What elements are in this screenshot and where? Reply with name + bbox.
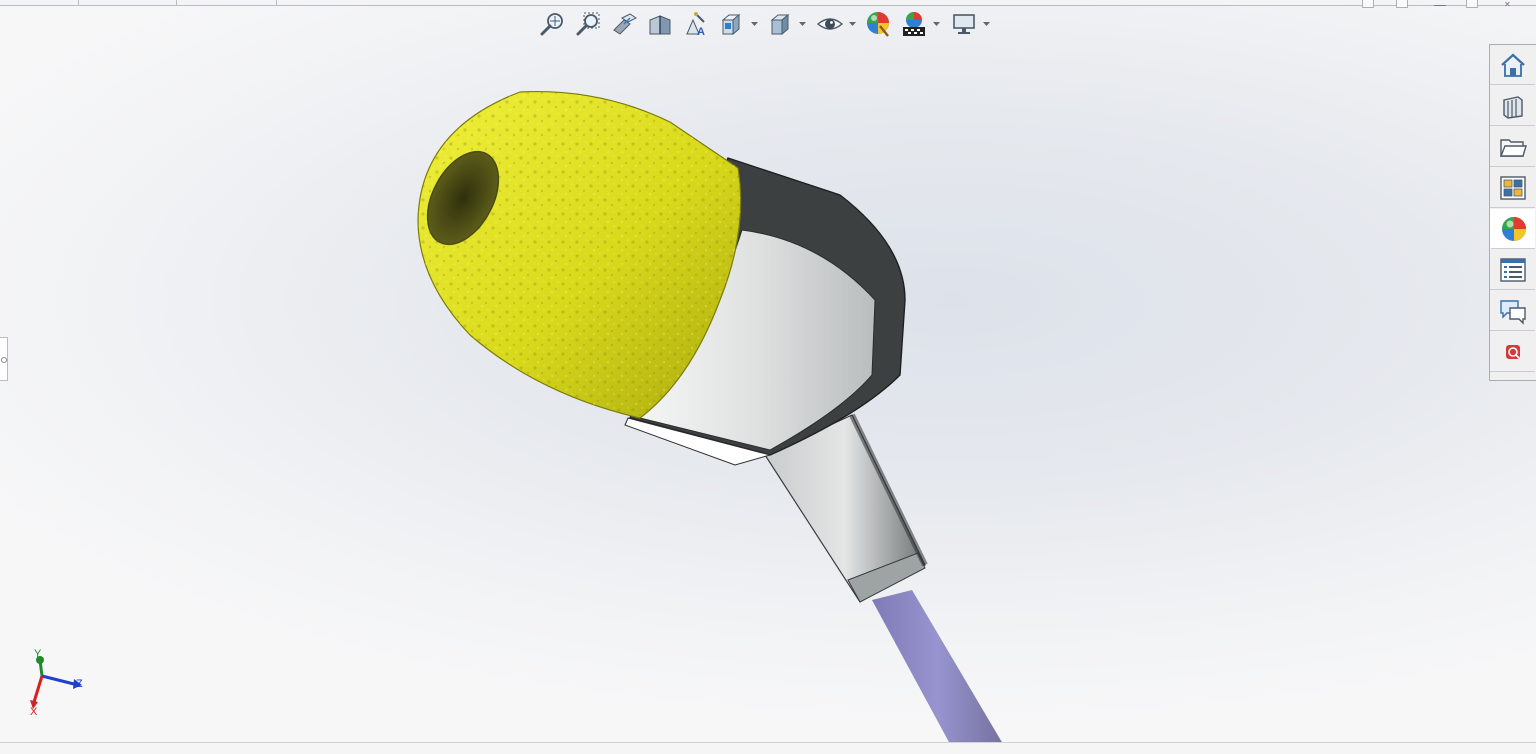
x-axis xyxy=(32,675,44,703)
z-axis-label: Z xyxy=(76,678,83,690)
folder-icon xyxy=(1499,138,1527,157)
forum-icon xyxy=(1499,299,1526,325)
y-axis-label: Y xyxy=(34,648,42,660)
x-axis-label: X xyxy=(30,706,38,718)
task-pane-tab-labs[interactable] xyxy=(1490,332,1535,372)
task-pane-tab-forum[interactable] xyxy=(1490,291,1535,331)
task-pane-tab-custom-properties[interactable] xyxy=(1490,250,1535,290)
z-axis xyxy=(41,674,75,686)
task-pane-tab-design-library[interactable] xyxy=(1490,86,1535,126)
cable xyxy=(872,590,1003,744)
appearance-sphere-icon xyxy=(1501,216,1526,241)
graphics-area[interactable]: ✕ A Y Z X xyxy=(0,0,1536,754)
design-library-icon xyxy=(1502,95,1523,119)
task-pane-tab-file-explorer[interactable] xyxy=(1490,127,1535,167)
status-strip xyxy=(0,742,1536,754)
reference-triad: Y Z X xyxy=(20,648,100,730)
labs-icon xyxy=(1505,344,1520,359)
home-icon xyxy=(1500,53,1525,77)
task-pane-tab-view-palette[interactable] xyxy=(1490,168,1535,208)
task-pane-tab-appearances[interactable] xyxy=(1490,209,1535,249)
task-pane-tab-resources[interactable] xyxy=(1490,45,1535,85)
task-pane xyxy=(1489,44,1536,381)
earbud-model[interactable] xyxy=(0,0,1536,754)
view-palette-icon xyxy=(1499,175,1526,200)
properties-list-icon xyxy=(1499,257,1526,282)
